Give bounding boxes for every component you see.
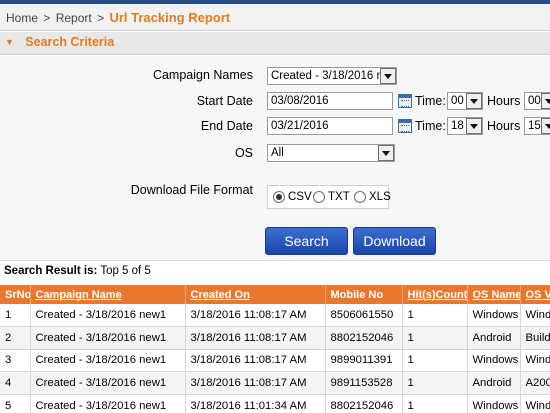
search-result-label: Search Result is:	[4, 265, 98, 277]
breadcrumb-home-link[interactable]: Home	[6, 11, 38, 25]
cell-mobile-no: 8802152046	[325, 394, 403, 413]
cell-os-name: Windows	[467, 394, 521, 413]
time-label: Time:	[415, 119, 446, 133]
campaign-names-label: Campaign Names	[152, 68, 253, 82]
chevron-down-icon[interactable]	[541, 93, 550, 109]
cell-os-version: Wind	[520, 394, 550, 413]
search-criteria-panel: Campaign Names Created - 3/18/2016 ne St…	[0, 56, 550, 261]
collapse-triangle-icon[interactable]: ▼	[5, 37, 14, 47]
col-header-os-name[interactable]: OS Name	[467, 285, 521, 304]
cell-os-name: Windows	[467, 349, 521, 373]
table-row: 1 Created - 3/18/2016 new1 3/18/2016 11:…	[0, 304, 550, 328]
hours-label: Hours	[487, 94, 521, 108]
cell-campaign-name: Created - 3/18/2016 new1	[30, 349, 186, 373]
cell-srno: 2	[0, 326, 31, 350]
os-label: OS	[234, 146, 253, 160]
cell-mobile-no: 9899011391	[325, 349, 403, 373]
col-header-hits-count[interactable]: Hit(s)Count	[402, 285, 468, 304]
cell-campaign-name: Created - 3/18/2016 new1	[30, 326, 186, 350]
cell-hits-count: 1	[402, 326, 468, 350]
cell-os-version: A200	[520, 371, 550, 395]
end-date-label: End Date	[200, 119, 253, 133]
cell-os-version: Wind	[520, 304, 550, 328]
cell-created-on: 3/18/2016 11:08:17 AM	[185, 371, 326, 395]
search-criteria-header[interactable]: ▼ Search Criteria	[0, 32, 550, 55]
cell-mobile-no: 8802152046	[325, 326, 403, 350]
os-select[interactable]: All	[267, 144, 395, 162]
time-label: Time:	[415, 94, 446, 108]
search-result-value: Top 5 of 5	[97, 265, 151, 277]
os-dropdown-icon[interactable]	[378, 145, 394, 161]
col-header-mobile-no: Mobile No	[325, 285, 403, 304]
hours-label: Hours	[487, 119, 521, 133]
cell-hits-count: 1	[402, 371, 468, 395]
cell-srno: 5	[0, 394, 31, 413]
col-header-os-version[interactable]: OS V	[520, 285, 550, 304]
chevron-down-icon[interactable]	[466, 93, 482, 109]
table-row: 4 Created - 3/18/2016 new1 3/18/2016 11:…	[0, 371, 550, 395]
start-date-label: Start Date	[196, 94, 253, 108]
table-row: 2 Created - 3/18/2016 new1 3/18/2016 11:…	[0, 326, 550, 350]
download-format-label: Download File Format	[130, 183, 253, 197]
col-header-campaign-name[interactable]: Campaign Name	[30, 285, 186, 304]
chevron-down-icon[interactable]	[466, 118, 482, 134]
calendar-icon[interactable]	[398, 94, 412, 108]
cell-os-name: Windows	[467, 304, 521, 328]
chevron-down-icon[interactable]	[541, 118, 550, 134]
cell-created-on: 3/18/2016 11:08:17 AM	[185, 326, 326, 350]
search-criteria-title: Search Criteria	[25, 35, 115, 49]
cell-mobile-no: 9891153528	[325, 371, 403, 395]
results-table: SrNo Campaign Name Created On Mobile No …	[0, 285, 550, 413]
cell-hits-count: 1	[402, 304, 468, 328]
page-title: Url Tracking Report	[109, 10, 231, 25]
cell-os-version: Wind	[520, 349, 550, 373]
cell-created-on: 3/18/2016 11:01:34 AM	[185, 394, 326, 413]
cell-hits-count: 1	[402, 349, 468, 373]
col-header-created-on[interactable]: Created On	[185, 285, 326, 304]
search-button[interactable]: Search	[265, 227, 348, 255]
cell-created-on: 3/18/2016 11:08:17 AM	[185, 349, 326, 373]
cell-os-version: Build	[520, 326, 550, 350]
cell-campaign-name: Created - 3/18/2016 new1	[30, 371, 186, 395]
end-date-input[interactable]: 03/21/2016	[267, 117, 393, 135]
start-date-input[interactable]: 03/08/2016	[267, 92, 393, 110]
breadcrumb-separator: >	[97, 11, 105, 25]
cell-srno: 3	[0, 349, 31, 373]
cell-srno: 1	[0, 304, 31, 328]
cell-os-name: Android	[467, 326, 521, 350]
breadcrumb: Home > Report > Url Tracking Report	[0, 4, 550, 31]
calendar-icon[interactable]	[398, 119, 412, 133]
table-row: 5 Created - 3/18/2016 new1 3/18/2016 11:…	[0, 394, 550, 413]
col-header-srno: SrNo	[0, 285, 31, 304]
breadcrumb-report-link[interactable]: Report	[56, 11, 92, 25]
cell-hits-count: 1	[402, 394, 468, 413]
cell-srno: 4	[0, 371, 31, 395]
breadcrumb-separator: >	[43, 11, 51, 25]
format-radio-xls[interactable]	[354, 191, 366, 203]
download-format-group: CSV TXT XLS	[267, 185, 391, 209]
cell-campaign-name: Created - 3/18/2016 new1	[30, 304, 186, 328]
cell-created-on: 3/18/2016 11:08:17 AM	[185, 304, 326, 328]
cell-campaign-name: Created - 3/18/2016 new1	[30, 394, 186, 413]
format-radio-txt[interactable]	[313, 191, 325, 203]
table-header-row: SrNo Campaign Name Created On Mobile No …	[0, 285, 550, 304]
download-button[interactable]: Download	[353, 227, 436, 255]
cell-mobile-no: 8506061550	[325, 304, 403, 328]
cell-os-name: Android	[467, 371, 521, 395]
format-csv-label: CSV	[288, 191, 312, 203]
campaign-names-select[interactable]: Created - 3/18/2016 ne	[267, 67, 397, 85]
format-xls-label: XLS	[369, 191, 391, 203]
campaign-dropdown-icon[interactable]	[380, 68, 396, 84]
format-radio-csv[interactable]	[273, 191, 285, 203]
search-result-summary: Search Result is: Top 5 of 5	[4, 265, 151, 277]
format-txt-label: TXT	[328, 191, 350, 203]
table-row: 3 Created - 3/18/2016 new1 3/18/2016 11:…	[0, 349, 550, 373]
